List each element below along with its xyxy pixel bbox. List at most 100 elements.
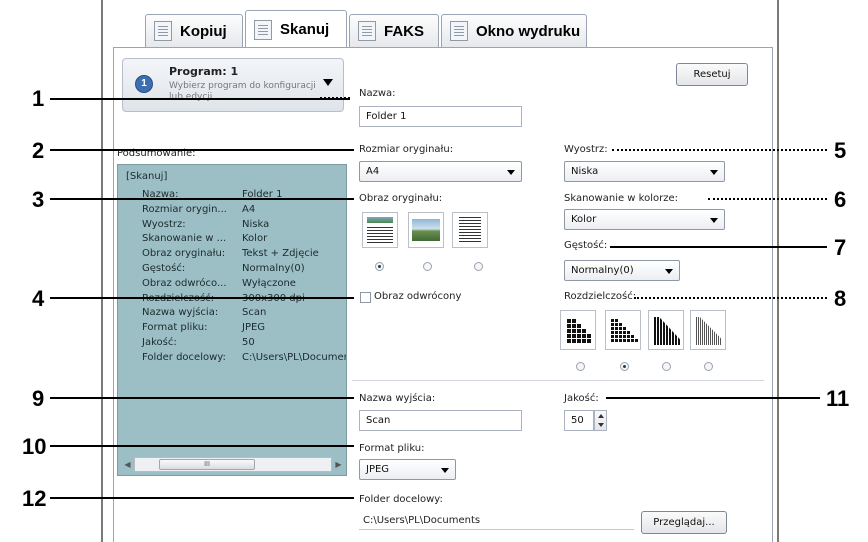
- summary-key: Rozmiar orygin...: [142, 203, 227, 215]
- density-select[interactable]: Normalny(0): [564, 260, 680, 281]
- callout-line-9: [50, 397, 354, 399]
- window-right-edge: [777, 0, 779, 542]
- callout-dots-1: [320, 97, 350, 99]
- reset-button[interactable]: Resetuj: [676, 63, 748, 86]
- callout-7: 7: [834, 235, 847, 260]
- callout-3: 3: [32, 187, 45, 212]
- tab-label: FAKS: [384, 22, 425, 40]
- name-label: Nazwa:: [359, 88, 396, 99]
- scroll-left-icon[interactable]: ◀: [121, 458, 134, 471]
- quality-label: Jakość:: [564, 393, 599, 404]
- resolution-600-icon: [690, 310, 726, 350]
- sharpness-label: Wyostrz:: [564, 144, 608, 155]
- callout-line-6: [708, 198, 827, 200]
- summary-key: Jakość:: [142, 337, 177, 348]
- tab-kopiuj[interactable]: Kopiuj: [145, 14, 243, 47]
- summary-value: C:\Users\PL\Documen: [242, 351, 347, 363]
- photo-image-icon: [408, 212, 444, 248]
- color-scan-label: Skanowanie w kolorze:: [564, 193, 678, 204]
- callout-line-10: [50, 445, 354, 447]
- summary-key: Nazwa wyjścia:: [142, 307, 219, 319]
- summary-value: Niska: [242, 218, 270, 230]
- resolution-300-radio[interactable]: [620, 362, 629, 371]
- browse-button[interactable]: Przeglądaj...: [641, 511, 727, 534]
- tab-skanuj[interactable]: Skanuj: [245, 10, 347, 48]
- stepper-down-icon[interactable]: [598, 423, 604, 427]
- resolution-label: Rozdzielczość:: [564, 291, 637, 302]
- text-image-icon: [362, 212, 398, 248]
- output-name-label: Nazwa wyjścia:: [359, 393, 436, 404]
- summary-value: Scan: [242, 307, 267, 319]
- callout-10: 10: [22, 434, 47, 459]
- tab-okno-wydruku[interactable]: Okno wydruku: [441, 14, 587, 47]
- summary-key: Skanowanie w ...: [142, 233, 227, 245]
- chevron-down-icon: [710, 218, 718, 223]
- text-only-icon: [452, 212, 488, 248]
- original-size-select[interactable]: A4: [359, 161, 522, 182]
- stepper-up-icon[interactable]: [598, 414, 604, 418]
- select-value: JPEG: [366, 464, 390, 475]
- callout-1: 1: [32, 86, 45, 111]
- tab-label: Okno wydruku: [476, 22, 581, 40]
- summary-value: JPEG: [242, 322, 266, 334]
- resolution-400-radio[interactable]: [662, 362, 671, 371]
- callout-line-8: [634, 297, 827, 299]
- summary-header: [Skanuj]: [126, 171, 168, 182]
- chevron-down-icon: [507, 170, 515, 175]
- original-image-label: Obraz oryginału:: [359, 193, 443, 204]
- window-left-edge: [101, 0, 103, 542]
- callout-6: 6: [834, 187, 847, 212]
- summary-value: A4: [242, 203, 256, 215]
- select-value: Normalny(0): [571, 265, 634, 276]
- select-value: Kolor: [571, 214, 597, 225]
- callout-line-5: [612, 149, 827, 151]
- scroll-thumb[interactable]: III: [159, 459, 255, 470]
- tab-label: Kopiuj: [180, 22, 227, 40]
- quality-stepper[interactable]: [594, 410, 607, 431]
- color-scan-select[interactable]: Kolor: [564, 209, 725, 230]
- resolution-600-radio[interactable]: [704, 362, 713, 371]
- summary-key: Gęstość:: [142, 263, 186, 274]
- print-window-icon: [450, 21, 468, 41]
- callout-line-12: [50, 497, 354, 499]
- summary-value: Tekst + Zdjęcie: [242, 248, 319, 260]
- file-format-label: Format pliku:: [359, 443, 425, 454]
- density-label: Gęstość:: [564, 240, 608, 251]
- summary-key: Wyostrz:: [142, 218, 186, 230]
- callout-line-11: [606, 397, 820, 399]
- callout-4: 4: [32, 286, 45, 311]
- callout-5: 5: [834, 138, 847, 163]
- tab-label: Skanuj: [280, 21, 330, 38]
- select-value: Niska: [571, 166, 599, 177]
- program-badge: 1: [135, 75, 153, 93]
- name-input[interactable]: Folder 1: [359, 106, 522, 127]
- tab-faks[interactable]: FAKS: [349, 14, 439, 47]
- quality-input[interactable]: 50: [564, 410, 594, 431]
- inverted-label: Obraz odwrócony: [374, 291, 462, 302]
- callout-2: 2: [32, 138, 45, 163]
- output-name-input[interactable]: Scan: [359, 410, 522, 431]
- callout-12: 12: [22, 486, 47, 511]
- original-size-label: Rozmiar oryginału:: [359, 144, 454, 155]
- horizontal-scrollbar[interactable]: ◀ III ▶: [124, 457, 342, 472]
- chevron-down-icon: [710, 170, 718, 175]
- callout-9: 9: [32, 386, 45, 411]
- original-photo-radio[interactable]: [423, 262, 432, 271]
- original-text-radio[interactable]: [474, 262, 483, 271]
- select-value: A4: [366, 166, 380, 177]
- copy-icon: [154, 21, 172, 41]
- callout-line-2: [50, 149, 354, 151]
- dest-folder-underline: [359, 529, 634, 530]
- program-selector[interactable]: 1 Program: 1 Wybierz program do konfigur…: [122, 58, 344, 112]
- scan-icon: [254, 19, 272, 40]
- resolution-200-icon: [560, 310, 596, 350]
- original-text-photo-radio[interactable]: [375, 262, 384, 271]
- inverted-checkbox[interactable]: [360, 292, 371, 303]
- file-format-select[interactable]: JPEG: [359, 459, 456, 480]
- resolution-200-radio[interactable]: [576, 362, 585, 371]
- sharpness-select[interactable]: Niska: [564, 161, 725, 182]
- callout-11: 11: [826, 386, 850, 411]
- scroll-right-icon[interactable]: ▶: [332, 458, 345, 471]
- resolution-400-icon: [648, 310, 684, 350]
- callout-8: 8: [834, 286, 847, 311]
